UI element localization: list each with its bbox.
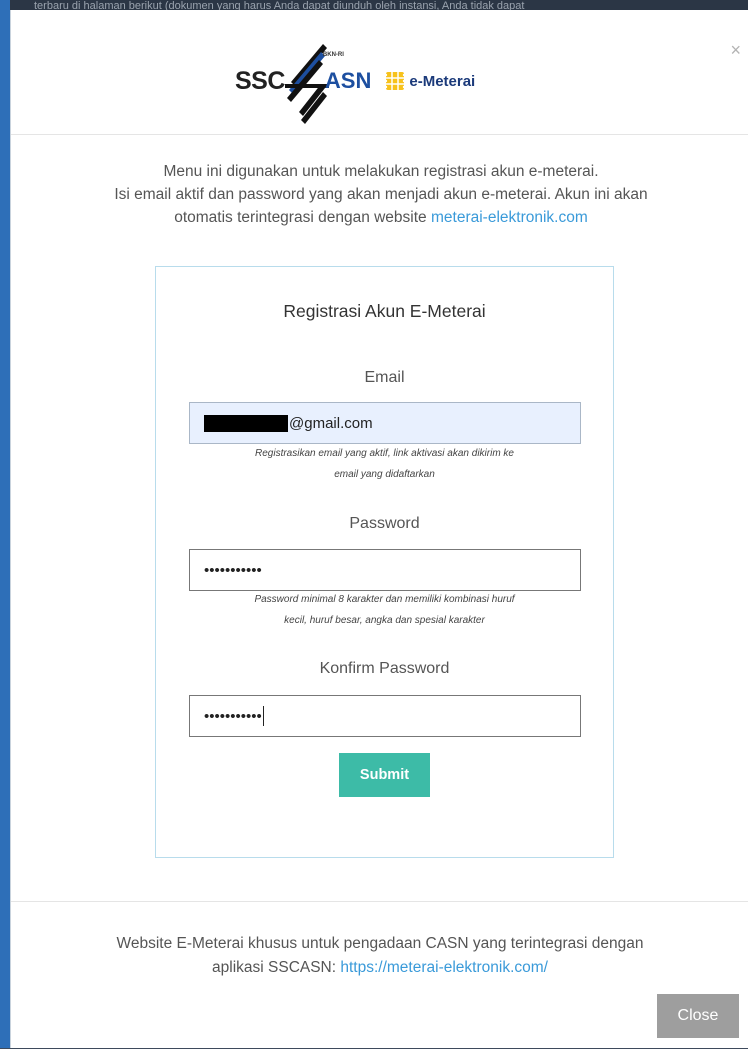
modal-footer: Website E-Meterai khusus untuk pengadaan…	[11, 901, 748, 1049]
confirm-password-label: Konfirm Password	[319, 660, 450, 677]
email-help-line-1: Registrasikan email yang aktif, link akt…	[255, 448, 514, 459]
email-help-text: Registrasikan email yang aktif, link akt…	[176, 443, 593, 485]
ssc-asn-emeterai-logo: SSC BKN-RI ASN e-Meterai	[235, 38, 475, 124]
password-field[interactable]: •••••••••••	[189, 549, 581, 591]
intro-website-link[interactable]: meterai-elektronik.com	[431, 209, 588, 226]
footer-line-2: aplikasi SSCASN: https://meterai-elektro…	[31, 956, 729, 980]
password-label: Password	[349, 515, 420, 532]
registration-modal: × SSC BKN-RI ASN e-Meterai Menu ini digu…	[10, 10, 748, 1048]
intro-text: Menu ini digunakan untuk melakukan regis…	[51, 160, 711, 229]
email-label: Email	[364, 369, 405, 386]
footer-line-1: Website E-Meterai khusus untuk pengadaan…	[116, 935, 644, 952]
confirm-password-field-value: •••••••••••	[204, 707, 262, 725]
asn-swoosh-icon	[284, 44, 329, 124]
confirm-password-field[interactable]: •••••••••••	[189, 695, 581, 737]
password-help-line-1: Password minimal 8 karakter dan memiliki…	[254, 594, 515, 605]
background-sidebar-edge	[0, 0, 10, 1048]
logo-bkn-text: BKN-RI	[322, 52, 344, 58]
intro-line-3-text: otomatis terintegrasi dengan website	[174, 209, 431, 226]
logo-asn-text: ASN	[324, 68, 372, 93]
redacted-email-username	[204, 414, 288, 432]
logo-asn: BKN-RI ASN	[284, 38, 372, 124]
text-cursor	[262, 706, 264, 726]
form-title: Registrasi Akun E-Meterai	[283, 301, 486, 321]
intro-line-1: Menu ini digunakan untuk melakukan regis…	[163, 163, 599, 180]
logo-emeterai-text: e-Meterai	[409, 72, 476, 90]
emeterai-logo-icon	[385, 72, 406, 90]
intro-line-3: otomatis terintegrasi dengan website met…	[51, 206, 711, 229]
footer-text: Website E-Meterai khusus untuk pengadaan…	[31, 932, 729, 980]
email-help-line-2: email yang didaftarkan	[334, 469, 435, 480]
email-field-value: @gmail.com	[289, 414, 373, 432]
close-icon[interactable]: ×	[730, 40, 741, 61]
logo-ssc-text: SSC	[235, 66, 285, 95]
close-button[interactable]: Close	[657, 994, 739, 1038]
footer-website-link[interactable]: https://meterai-elektronik.com/	[340, 959, 548, 976]
logo-emeterai: e-Meterai	[385, 71, 475, 91]
password-help-text: Password minimal 8 karakter dan memiliki…	[176, 589, 593, 631]
password-field-value: •••••••••••	[204, 561, 262, 579]
email-field[interactable]: @gmail.com	[189, 402, 581, 444]
footer-line-2-text: aplikasi SSCASN:	[212, 959, 341, 976]
intro-line-2: Isi email aktif dan password yang akan m…	[114, 186, 648, 203]
modal-header: × SSC BKN-RI ASN e-Meterai	[11, 10, 748, 135]
registration-form: Registrasi Akun E-Meterai Email @gmail.c…	[155, 266, 614, 858]
submit-button[interactable]: Submit	[339, 753, 430, 797]
password-help-line-2: kecil, huruf besar, angka dan spesial ka…	[284, 615, 485, 626]
